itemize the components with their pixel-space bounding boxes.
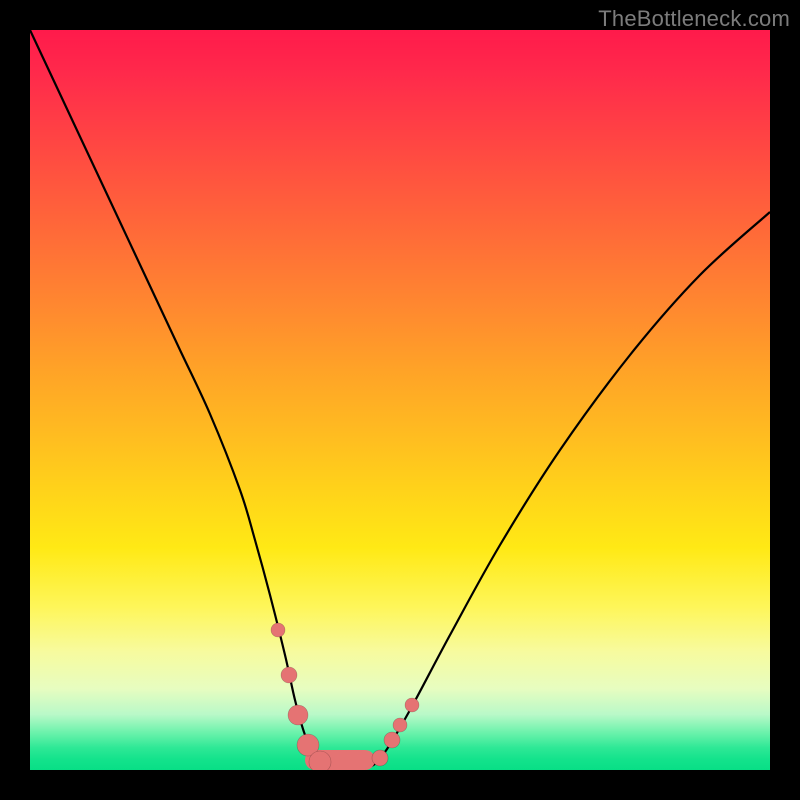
data-marker-2 — [288, 705, 308, 725]
plot-area — [30, 30, 770, 770]
data-marker-1 — [281, 667, 297, 683]
data-marker-5 — [372, 750, 388, 766]
data-marker-4 — [309, 751, 331, 770]
bottleneck-curve — [30, 30, 770, 770]
curve-svg — [30, 30, 770, 770]
chart-frame: TheBottleneck.com — [0, 0, 800, 800]
data-marker-6 — [384, 732, 400, 748]
data-marker-8 — [405, 698, 419, 712]
data-marker-0 — [271, 623, 285, 637]
data-marker-7 — [393, 718, 407, 732]
watermark-text: TheBottleneck.com — [598, 6, 790, 32]
